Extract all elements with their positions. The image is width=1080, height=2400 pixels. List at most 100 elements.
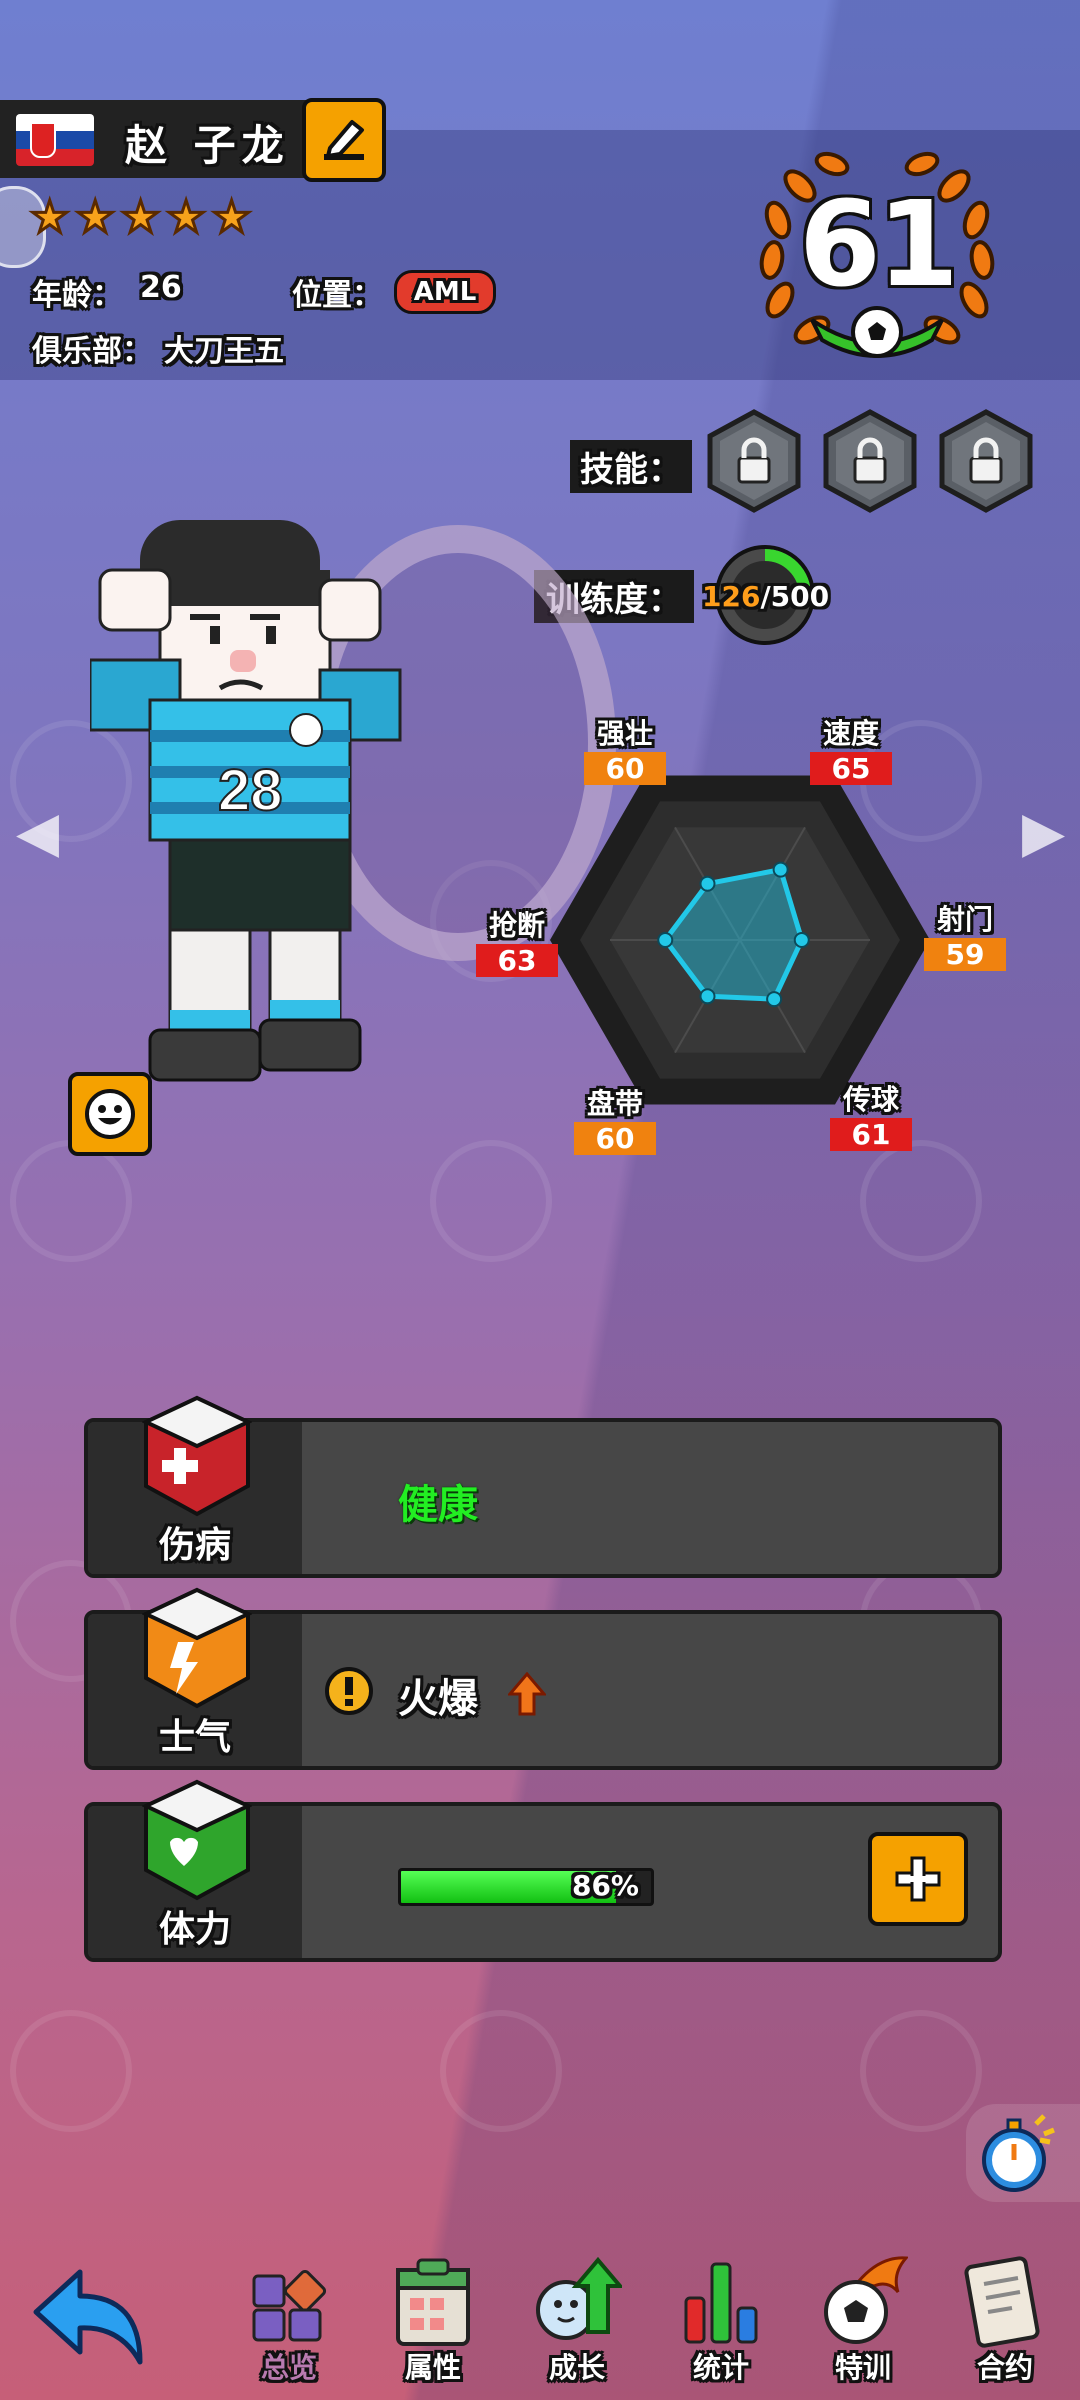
growth-icon xyxy=(536,2256,622,2340)
morale-lightning-icon xyxy=(142,1587,252,1709)
stamina-heart-icon xyxy=(142,1779,252,1901)
overall-rating: 61 xyxy=(798,175,959,313)
injury-value: 健康 xyxy=(398,1482,478,1528)
stamina-value: 86% xyxy=(571,1869,639,1902)
edit-name-button[interactable] xyxy=(302,98,386,182)
soccer-ball-decoration xyxy=(440,2010,562,2132)
attribute-value: 60 xyxy=(584,752,666,785)
nav-attributes-label: 属性 xyxy=(404,2351,461,2384)
attribute-label: 传球 xyxy=(842,1083,899,1116)
radar-point xyxy=(699,875,716,892)
radar-point xyxy=(657,932,674,948)
attribute-value: 65 xyxy=(810,752,892,785)
skill-slot-locked[interactable] xyxy=(822,408,918,514)
morale-label: 士气 xyxy=(158,1717,231,1758)
previous-player-arrow-icon[interactable]: ◀ xyxy=(16,800,59,865)
attribute-4: 盘带 60 xyxy=(570,1082,660,1155)
attribute-label: 速度 xyxy=(822,717,879,750)
emote-button[interactable] xyxy=(68,1072,152,1156)
next-player-arrow-icon[interactable]: ▶ xyxy=(1022,800,1065,865)
back-button[interactable] xyxy=(28,2262,158,2372)
morale-value: 火爆 xyxy=(398,1676,478,1722)
nav-growth[interactable]: 成长 xyxy=(522,2252,632,2384)
training-value: 126/500 xyxy=(702,580,829,613)
attribute-value: 61 xyxy=(830,1118,912,1151)
attribute-5: 抢断 63 xyxy=(472,904,562,977)
radar-point xyxy=(793,932,810,948)
training-current: 126 xyxy=(702,580,761,613)
nav-special-training-label: 特训 xyxy=(834,2351,891,2384)
training-max: /500 xyxy=(760,580,830,613)
nav-attributes[interactable]: 属性 xyxy=(378,2252,488,2384)
attribute-value: 59 xyxy=(924,938,1006,971)
medical-kit-icon xyxy=(142,1395,252,1517)
nav-stats-label: 统计 xyxy=(692,2351,749,2384)
back-arrow-icon xyxy=(33,2269,143,2365)
stamina-label: 体力 xyxy=(158,1909,231,1950)
pencil-icon xyxy=(324,120,364,160)
star-icon: ★ xyxy=(165,192,207,243)
club-label: 俱乐部： xyxy=(32,334,152,369)
calendar-icon xyxy=(396,2258,470,2346)
nav-growth-label: 成长 xyxy=(548,2351,605,2384)
overall-rating-badge: 61 xyxy=(752,150,1002,370)
flag-icon xyxy=(16,114,94,166)
soccer-ball-decoration xyxy=(860,2010,982,2132)
attribute-label: 盘带 xyxy=(586,1087,643,1120)
nav-overview-label: 总览 xyxy=(260,2351,317,2384)
lock-icon xyxy=(823,409,917,513)
soccer-ball-decoration xyxy=(10,1140,132,1262)
soccer-ball-decoration xyxy=(10,2010,132,2132)
radar-point xyxy=(766,991,783,1008)
attribute-label: 强壮 xyxy=(596,717,653,750)
overview-icon xyxy=(252,2269,327,2342)
contract-icon xyxy=(964,2256,1040,2348)
add-stamina-button[interactable] xyxy=(868,1832,968,1926)
age-value: 26 xyxy=(140,270,182,305)
attribute-label: 射门 xyxy=(936,903,993,936)
plus-icon xyxy=(895,1856,941,1902)
player-name: 赵 子龙 xyxy=(125,121,290,170)
injury-label: 伤病 xyxy=(158,1525,231,1566)
attribute-value: 63 xyxy=(476,944,558,977)
radar-point xyxy=(699,988,716,1005)
stamina-status-row: 体力 86% xyxy=(84,1779,1002,1962)
injury-status-row: 伤病 健康 xyxy=(84,1395,1002,1578)
nav-contract[interactable]: 合约 xyxy=(950,2252,1060,2384)
skill-slot-locked[interactable] xyxy=(706,408,802,514)
fire-ball-icon xyxy=(824,2256,908,2344)
nav-special-training[interactable]: 特训 xyxy=(808,2252,918,2384)
morale-status-row: 士气 火爆 xyxy=(84,1587,1002,1770)
star-rating: ★ ★ ★ ★ ★ xyxy=(28,192,252,243)
nav-contract-label: 合约 xyxy=(976,2351,1033,2384)
smiley-icon xyxy=(85,1089,135,1139)
lock-icon xyxy=(707,409,801,513)
attribute-1: 速度 65 xyxy=(806,712,896,785)
jersey-number: 28 xyxy=(218,758,283,823)
age-label: 年龄： xyxy=(32,278,122,313)
club-name: 大刀王五 xyxy=(164,334,284,369)
lock-icon xyxy=(939,409,1033,513)
nav-overview[interactable]: 总览 xyxy=(234,2252,344,2384)
arrow-up-icon xyxy=(508,1672,546,1716)
attribute-0: 强壮 60 xyxy=(580,712,670,785)
star-icon: ★ xyxy=(74,192,116,243)
stamina-progress-bar: 86% xyxy=(398,1868,654,1906)
alert-icon xyxy=(325,1667,373,1715)
stopwatch-icon xyxy=(982,2114,1055,2192)
skills-label: 技能： xyxy=(570,440,692,493)
player-avatar: 28 xyxy=(90,520,402,1082)
star-icon: ★ xyxy=(28,192,70,243)
position-badge: AML xyxy=(394,270,496,314)
skill-slot-locked[interactable] xyxy=(938,408,1034,514)
position-label: 位置： xyxy=(292,278,382,313)
radar-point xyxy=(772,861,789,878)
attribute-2: 射门 59 xyxy=(920,898,1010,971)
bar-chart-icon xyxy=(684,2262,758,2344)
timer-button[interactable] xyxy=(966,2104,1080,2202)
attribute-3: 传球 61 xyxy=(826,1078,916,1151)
star-icon: ★ xyxy=(210,192,252,243)
nav-stats[interactable]: 统计 xyxy=(666,2252,776,2384)
star-icon: ★ xyxy=(119,192,161,243)
attribute-value: 60 xyxy=(574,1122,656,1155)
